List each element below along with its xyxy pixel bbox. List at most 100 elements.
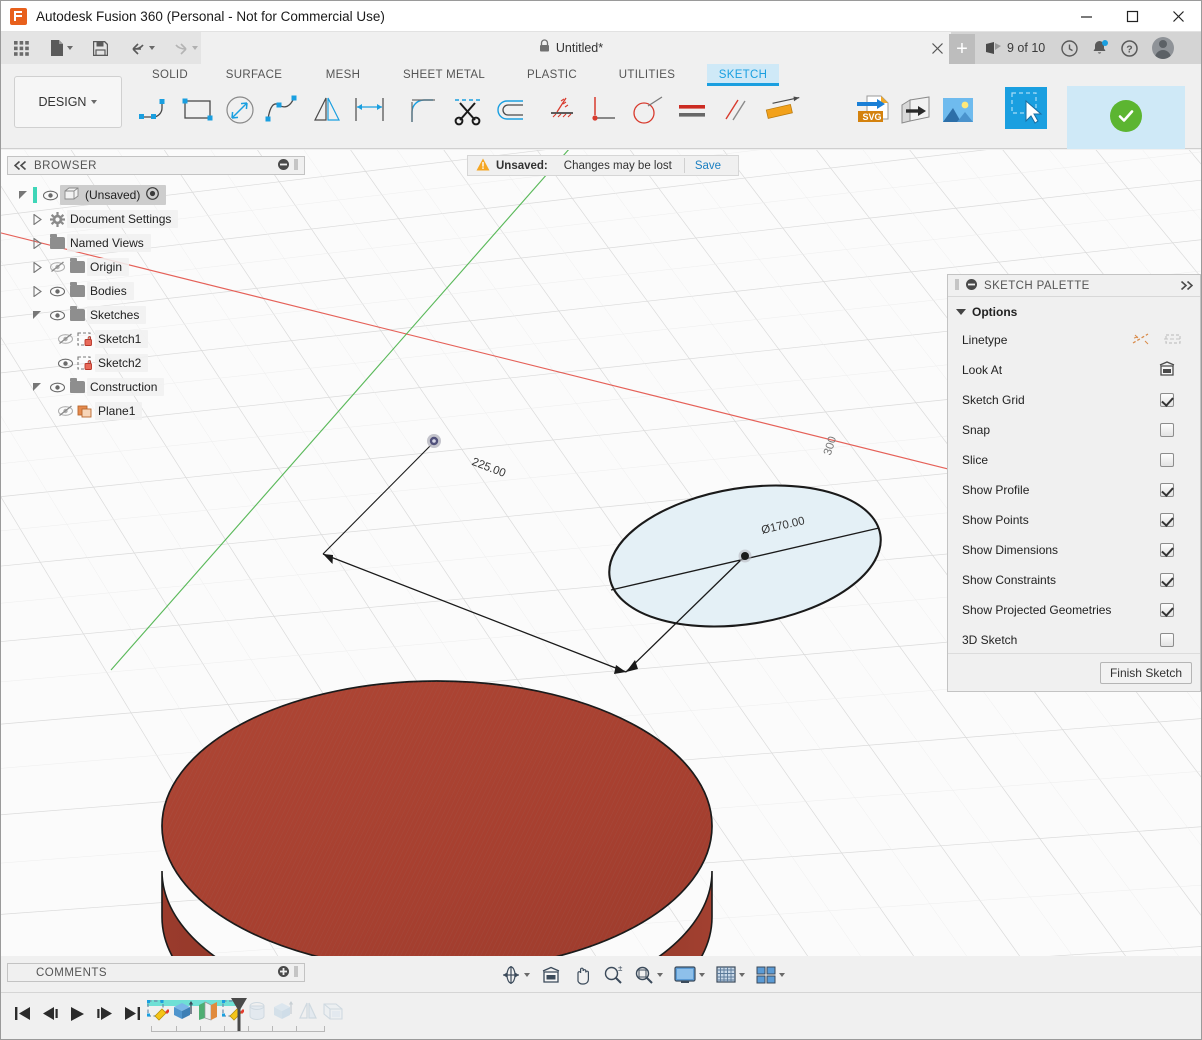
parallel-constraint[interactable] (714, 89, 756, 131)
tree-item-document-settings[interactable]: Document Settings (13, 207, 303, 231)
workspace-switcher[interactable]: DESIGN (14, 76, 122, 128)
document-tab[interactable]: Untitled* (201, 32, 941, 64)
tree-item-origin[interactable]: Origin (13, 255, 303, 279)
palette-section-options[interactable]: Options (948, 297, 1200, 325)
centerline-icon[interactable] (1164, 332, 1182, 349)
show-projected-geometries-checkbox[interactable] (1160, 603, 1174, 617)
save-button[interactable] (88, 32, 113, 64)
step-forward-button[interactable] (96, 1006, 113, 1026)
look-at-tool[interactable] (539, 966, 563, 984)
3d-sketch-checkbox[interactable] (1160, 633, 1174, 647)
bell-icon[interactable] (1092, 40, 1107, 56)
tree-item-sketches[interactable]: Sketches (13, 303, 303, 327)
tangent-constraint[interactable] (626, 89, 668, 131)
sketch-grid-checkbox[interactable] (1160, 393, 1174, 407)
tree-item-plane1[interactable]: Plane1 (13, 399, 303, 423)
mirror-feature[interactable] (297, 1000, 319, 1022)
display-settings[interactable] (672, 966, 707, 984)
tab-mesh[interactable]: MESH (314, 64, 372, 86)
revolve-feature[interactable] (247, 1000, 269, 1022)
show-dimensions-checkbox[interactable] (1160, 543, 1174, 557)
perpendicular-constraint[interactable] (583, 89, 625, 131)
tab-surface[interactable]: SURFACE (214, 64, 294, 86)
play-button[interactable] (70, 1006, 85, 1027)
eye-hidden-icon[interactable] (47, 261, 67, 273)
eye-visible-icon[interactable] (47, 286, 67, 297)
go-to-end-button[interactable] (124, 1006, 141, 1026)
extrude1-feature[interactable] (172, 1000, 194, 1022)
avatar[interactable] (1152, 37, 1174, 59)
grid-snaps[interactable] (714, 966, 747, 984)
palette-minus-circle-icon[interactable] (966, 277, 977, 295)
eye-hidden-icon[interactable] (55, 333, 75, 345)
spline-tool[interactable] (262, 89, 304, 131)
palette-row-show-projected-geometries[interactable]: Show Projected Geometries (948, 595, 1200, 625)
slice-checkbox[interactable] (1160, 453, 1174, 467)
viewports[interactable] (754, 966, 787, 984)
equal-constraint[interactable] (671, 89, 713, 131)
tree-item-sketch2[interactable]: Sketch2 (13, 351, 303, 375)
expand-right-icon[interactable] (1180, 277, 1193, 295)
palette-row-snap[interactable]: Snap (948, 415, 1200, 445)
tree-item-sketch1[interactable]: Sketch1 (13, 327, 303, 351)
go-to-beginning-button[interactable] (14, 1006, 31, 1026)
circle-tool[interactable] (219, 89, 261, 131)
expander-expanded-icon[interactable] (27, 310, 47, 321)
expander-collapsed-icon[interactable] (27, 262, 47, 273)
eye-hidden-icon[interactable] (55, 405, 75, 417)
expander-collapsed-icon[interactable] (27, 214, 47, 225)
show-points-checkbox[interactable] (1160, 513, 1174, 527)
help-icon[interactable]: ? (1121, 40, 1138, 57)
fillet-tool[interactable] (404, 89, 446, 131)
line-tool[interactable] (135, 89, 177, 131)
tab-utilities[interactable]: UTILITIES (607, 64, 687, 86)
offset-tool[interactable] (490, 89, 532, 131)
tree-item-named-views[interactable]: Named Views (13, 231, 303, 255)
palette-row-show-profile[interactable]: Show Profile (948, 475, 1200, 505)
step-back-button[interactable] (42, 1006, 59, 1026)
plane1-feature[interactable] (197, 1000, 219, 1022)
redo-button[interactable] (168, 32, 203, 64)
tab-plastic[interactable]: PLASTIC (519, 64, 585, 86)
minimize-button[interactable] (1063, 1, 1109, 32)
tree-item-unsaved[interactable]: (Unsaved) (13, 183, 303, 207)
mirror-tool[interactable] (306, 89, 348, 131)
palette-row-sketch-grid[interactable]: Sketch Grid (948, 385, 1200, 415)
expander-expanded-icon[interactable] (13, 190, 33, 201)
palette-grip-icon[interactable] (955, 277, 959, 295)
extrude2-feature[interactable] (272, 1000, 294, 1022)
palette-row-slice[interactable]: Slice (948, 445, 1200, 475)
clock-icon[interactable] (1061, 40, 1078, 57)
palette-row-show-points[interactable]: Show Points (948, 505, 1200, 535)
palette-row-show-constraints[interactable]: Show Constraints (948, 565, 1200, 595)
shell-feature[interactable] (322, 1000, 344, 1022)
comments-grip-icon[interactable] (294, 964, 298, 982)
insert-svg-tool[interactable]: SVG (852, 89, 894, 131)
show-profile-checkbox[interactable] (1160, 483, 1174, 497)
tree-item-construction[interactable]: Construction (13, 375, 303, 399)
browser-minus-circle-icon[interactable] (278, 157, 289, 175)
activate-radio-icon[interactable] (146, 187, 159, 203)
canvas-image-tool[interactable] (937, 89, 979, 131)
sketch1-feature[interactable] (147, 1000, 169, 1022)
eye-visible-icon[interactable] (47, 382, 67, 393)
horizontal-vertical-constraint[interactable] (541, 89, 583, 131)
eye-visible-icon[interactable] (40, 190, 60, 201)
close-button[interactable] (1155, 1, 1201, 32)
tree-item-bodies[interactable]: Bodies (13, 279, 303, 303)
tab-sketch[interactable]: SKETCH (707, 64, 779, 86)
job-status[interactable]: 9 of 10 (985, 32, 1045, 64)
eye-visible-icon[interactable] (55, 358, 75, 369)
eye-visible-icon[interactable] (47, 310, 67, 321)
undo-button[interactable] (125, 32, 160, 64)
trim-tool[interactable] (447, 89, 489, 131)
collapse-left-icon[interactable] (14, 157, 27, 175)
expander-collapsed-icon[interactable] (27, 238, 47, 249)
expander-collapsed-icon[interactable] (27, 286, 47, 297)
show-constraints-checkbox[interactable] (1160, 573, 1174, 587)
tab-solid[interactable]: SOLID (144, 64, 196, 86)
tab-sheet-metal[interactable]: SHEET METAL (391, 64, 497, 86)
orbit-tool[interactable] (499, 965, 532, 985)
select-tool[interactable] (1005, 87, 1047, 129)
maximize-button[interactable] (1109, 1, 1155, 32)
